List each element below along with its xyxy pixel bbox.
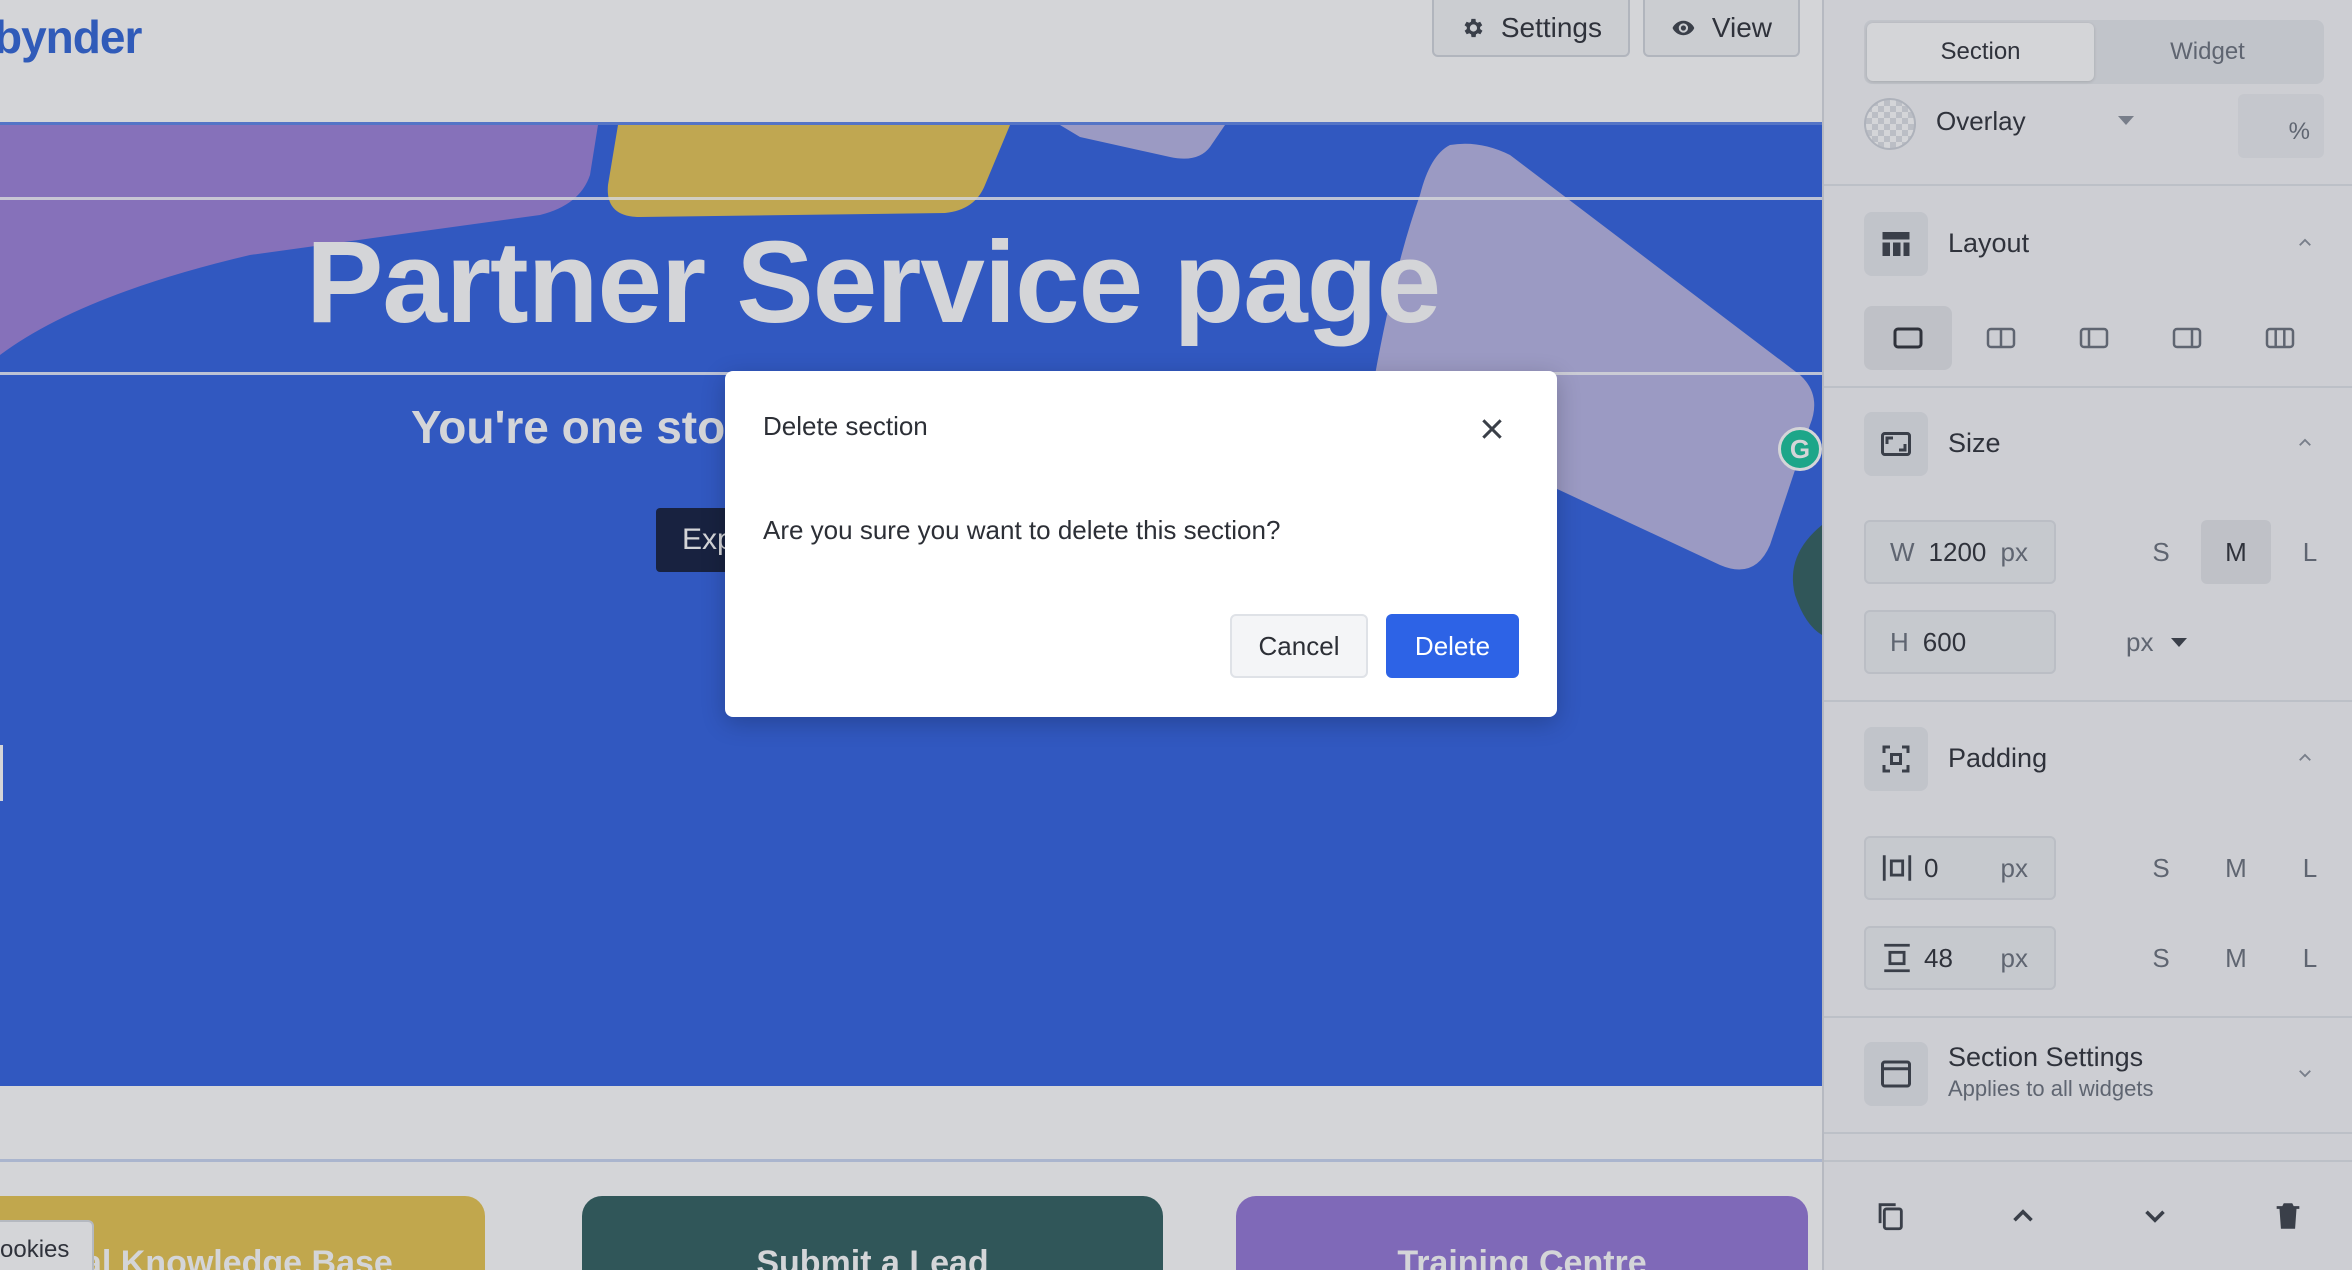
dialog-message: Are you sure you want to delete this sec…: [763, 515, 1281, 545]
dialog-title: Delete section: [763, 411, 928, 441]
delete-button[interactable]: Delete: [1386, 614, 1519, 678]
cancel-button[interactable]: Cancel: [1230, 614, 1368, 678]
close-button[interactable]: [1474, 411, 1510, 447]
app-root: bynder Settings View Partner Service pag…: [0, 0, 2352, 1270]
delete-section-dialog: Delete section Are you sure you want to …: [725, 371, 1557, 717]
close-icon: [1482, 419, 1502, 439]
